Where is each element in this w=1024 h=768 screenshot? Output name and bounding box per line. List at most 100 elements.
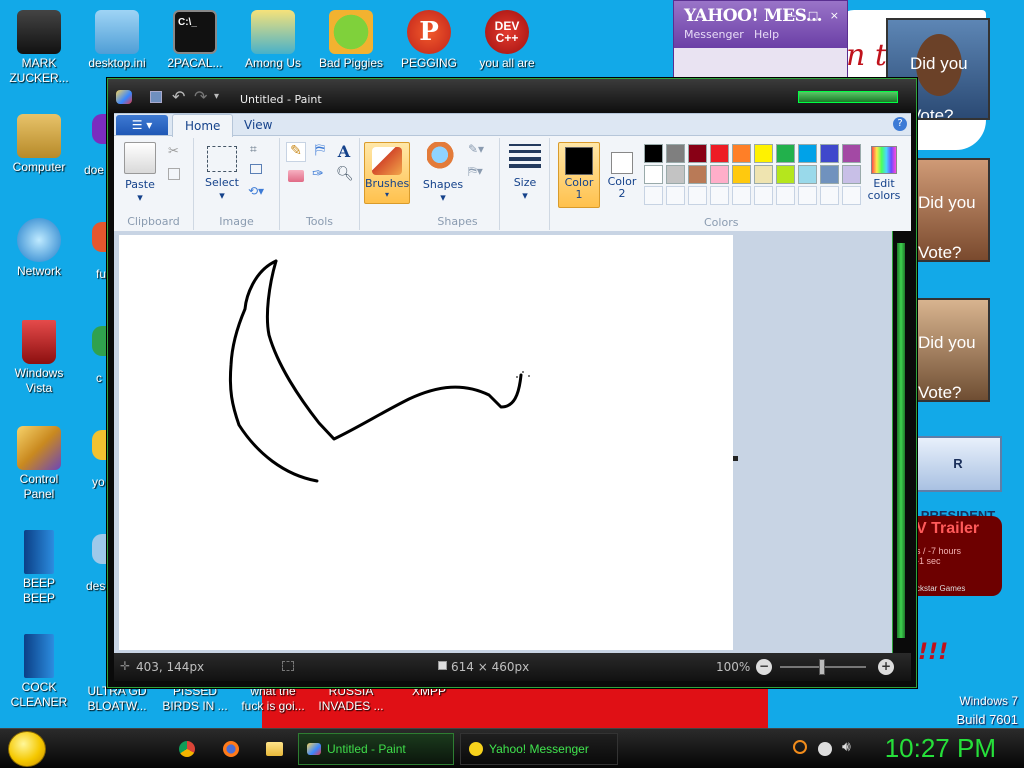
paint-app-icon[interactable]: [116, 90, 132, 104]
taskbar-yahoo-button[interactable]: Yahoo! Messenger: [460, 733, 618, 765]
tab-view[interactable]: View: [232, 114, 284, 137]
palette-swatch[interactable]: [842, 165, 861, 184]
palette-swatch[interactable]: [644, 186, 663, 205]
palette-swatch[interactable]: [798, 144, 817, 163]
desktop-icon-desktop-ini[interactable]: desktop.ini: [78, 10, 156, 71]
eraser-icon[interactable]: [288, 170, 304, 182]
cut-icon[interactable]: ✂: [168, 144, 179, 159]
vote-poster-smile[interactable]: Did you Vote?: [914, 158, 990, 262]
crop-icon[interactable]: ⌗: [250, 142, 257, 157]
desktop-icon-bad-piggies[interactable]: Bad Piggies: [312, 10, 390, 71]
color1-button[interactable]: Color 1: [558, 142, 600, 208]
palette-swatch[interactable]: [798, 186, 817, 205]
palette-swatch[interactable]: [776, 165, 795, 184]
palette-swatch[interactable]: [710, 144, 729, 163]
save-icon[interactable]: [150, 91, 162, 103]
search-tray-icon[interactable]: [793, 740, 807, 754]
palette-swatch[interactable]: [820, 186, 839, 205]
palette-swatch[interactable]: [776, 186, 795, 205]
palette-swatch[interactable]: [688, 186, 707, 205]
palette-swatch[interactable]: [842, 144, 861, 163]
pencil-icon[interactable]: ✎: [286, 142, 306, 162]
desktop-icon-among-us[interactable]: Among Us: [234, 10, 312, 71]
desktop-icon-dev-cpp[interactable]: DEV C++ you all are: [468, 10, 546, 71]
shapes-button[interactable]: Shapes ▾: [420, 142, 466, 204]
paste-button[interactable]: Paste ▾: [120, 142, 160, 204]
desktop-icon-russia-invades[interactable]: RUSSIA INVADES ...: [312, 684, 390, 714]
file-menu-button[interactable]: ☰ ▾: [116, 115, 168, 135]
window-control-buttons[interactable]: [798, 91, 898, 103]
brushes-button[interactable]: Brushes ▾: [364, 142, 410, 204]
size-button[interactable]: Size ▾: [506, 142, 544, 202]
palette-swatch[interactable]: [820, 165, 839, 184]
tab-home[interactable]: Home: [172, 114, 234, 137]
magnifier-icon[interactable]: 🔍︎: [336, 166, 354, 182]
yahoo-messenger-window[interactable]: YAHOO! MES... — □ × Messenger Help: [673, 0, 848, 80]
drawing-canvas[interactable]: [119, 235, 733, 650]
outline-icon[interactable]: ✎▾: [468, 142, 484, 156]
fill-icon[interactable]: ⛿▾: [468, 164, 483, 179]
help-icon[interactable]: ?: [893, 117, 907, 131]
firefox-icon[interactable]: [223, 741, 239, 757]
canvas-resize-handle[interactable]: [733, 456, 738, 461]
desktop-icon-recycle-bin[interactable]: Windows Vista: [0, 320, 78, 396]
palette-swatch[interactable]: [732, 165, 751, 184]
palette-swatch[interactable]: [776, 144, 795, 163]
palette-swatch[interactable]: [754, 186, 773, 205]
palette-swatch[interactable]: [754, 165, 773, 184]
desktop-icon-2pacal[interactable]: C:\_ 2PACAL...: [156, 10, 234, 71]
window-controls[interactable]: — □ ×: [785, 9, 843, 22]
desktop-icon-computer[interactable]: Computer: [0, 114, 78, 175]
folder-icon[interactable]: [266, 742, 283, 756]
palette-swatch[interactable]: [688, 144, 707, 163]
desktop-icon-ultra-gd[interactable]: ULTRA GD BLOATW...: [78, 684, 156, 714]
palette-swatch[interactable]: [710, 165, 729, 184]
copy-icon[interactable]: [168, 168, 180, 180]
menu-messenger[interactable]: Messenger: [684, 28, 744, 41]
redo-icon[interactable]: ↷: [194, 87, 207, 106]
desktop-icon-pissed-birds[interactable]: PISSED BIRDS IN ...: [156, 684, 234, 714]
palette-swatch[interactable]: [754, 144, 773, 163]
fill-bucket-icon[interactable]: ⛿: [310, 142, 330, 162]
text-tool-icon[interactable]: A: [334, 142, 354, 162]
palette-swatch[interactable]: [666, 144, 685, 163]
palette-swatch[interactable]: [688, 165, 707, 184]
color-picker-icon[interactable]: ✑: [312, 166, 324, 182]
vertical-scrollbar[interactable]: [892, 231, 908, 653]
desktop-icon-control-panel[interactable]: Control Panel: [0, 426, 78, 502]
color2-button[interactable]: Color 2: [602, 142, 642, 208]
volume-icon[interactable]: 🔊︎: [842, 739, 851, 755]
edit-colors-button[interactable]: Edit colors: [862, 142, 906, 208]
palette-swatch[interactable]: [842, 186, 861, 205]
palette-swatch[interactable]: [644, 144, 663, 163]
chrome-icon[interactable]: [179, 741, 195, 757]
zoom-slider-thumb[interactable]: [819, 659, 825, 675]
palette-swatch[interactable]: [644, 165, 663, 184]
desktop-icon-beep-beep[interactable]: BEEP BEEP: [0, 530, 78, 606]
desktop-icon-pegging[interactable]: P PEGGING: [390, 10, 468, 71]
palette-swatch[interactable]: [732, 186, 751, 205]
palette-swatch[interactable]: [798, 165, 817, 184]
paint-window[interactable]: ↶ ↷ ▾ Untitled - Paint ☰ ▾ Home View ? P…: [107, 78, 917, 688]
palette-swatch[interactable]: [710, 186, 729, 205]
undo-icon[interactable]: ↶: [172, 87, 185, 106]
zoom-in-button[interactable]: +: [878, 659, 894, 675]
desktop-icon-cock-cleaner[interactable]: COCK CLEANER: [0, 634, 78, 710]
scrollbar-thumb[interactable]: [897, 243, 905, 638]
taskbar-paint-button[interactable]: Untitled - Paint: [298, 733, 454, 765]
clock[interactable]: 10:27 PM: [885, 733, 996, 764]
palette-swatch[interactable]: [666, 165, 685, 184]
quick-access-dropdown-icon[interactable]: ▾: [214, 91, 219, 102]
desktop-icon-network[interactable]: Network: [0, 218, 78, 279]
paint-titlebar[interactable]: ↶ ↷ ▾ Untitled - Paint: [108, 79, 916, 113]
rotate-icon[interactable]: ⟲▾: [248, 184, 264, 198]
smiley-tray-icon[interactable]: [818, 742, 832, 756]
palette-swatch[interactable]: [732, 144, 751, 163]
vote-poster-hillary[interactable]: Did you Vote?: [914, 298, 990, 402]
menu-help[interactable]: Help: [754, 28, 779, 41]
desktop-icon-what-the[interactable]: what the fuck is goi...: [234, 684, 312, 714]
palette-swatch[interactable]: [666, 186, 685, 205]
select-button[interactable]: Select ▾: [200, 142, 244, 202]
resize-icon[interactable]: [250, 164, 262, 174]
desktop-icon-mark-zucker[interactable]: MARK ZUCKER...: [0, 10, 78, 86]
